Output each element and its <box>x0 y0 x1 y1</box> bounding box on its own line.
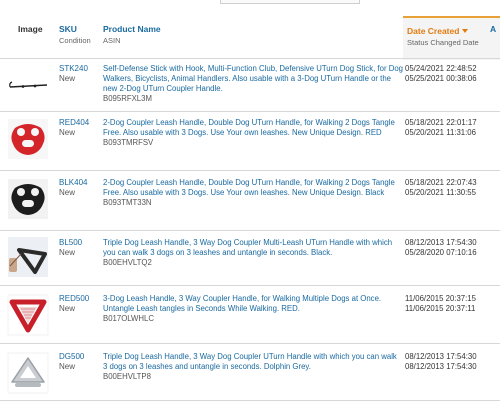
date-created: 05/18/2021 22:07:43 <box>405 178 477 187</box>
header-sku[interactable]: SKU Condition <box>59 24 91 45</box>
black-coupler-handle-icon <box>8 179 48 219</box>
date-created: 11/06/2015 20:37:15 <box>405 294 476 303</box>
header-date-created[interactable]: Date Created Status Changed Date <box>403 16 500 60</box>
stick-product-icon <box>9 81 48 88</box>
date-created: 05/18/2021 22:01:17 <box>405 118 477 127</box>
dates-cell: 08/12/2013 17:54:30 05/28/2020 07:10:16 <box>405 238 500 258</box>
product-title-link[interactable]: Triple Dog Leash Handle, 3 Way Dog Coupl… <box>103 352 397 371</box>
asin-text: B093TMRFSV <box>103 138 154 147</box>
status-changed-date: 05/20/2021 11:30:55 <box>405 188 476 197</box>
condition-text: New <box>59 128 76 137</box>
triangle-handle-icon <box>8 237 48 277</box>
product-cell: Triple Dog Leash Handle, 3 Way Dog Coupl… <box>103 238 403 268</box>
row-divider <box>0 285 500 286</box>
condition-text: New <box>59 248 76 257</box>
row-divider <box>0 170 500 171</box>
condition-text: New <box>59 362 76 371</box>
sku-link[interactable]: DG500 <box>59 352 84 362</box>
status-changed-date: 08/12/2013 17:54:30 <box>405 362 477 371</box>
row-divider <box>0 343 500 344</box>
header-product-label[interactable]: Product Name <box>103 24 161 34</box>
product-cell: 3-Dog Leash Handle, 3 Way Coupler Handle… <box>103 294 403 324</box>
product-title-link[interactable]: Triple Dog Leash Handle, 3 Way Dog Coupl… <box>103 238 392 257</box>
product-cell: 2-Dog Coupler Leash Handle, Double Dog U… <box>103 118 403 148</box>
top-frame <box>220 0 360 4</box>
status-changed-date: 11/06/2015 20:37:11 <box>405 304 476 313</box>
sku-link[interactable]: BL500 <box>59 238 82 248</box>
date-created: 05/24/2021 22:48:52 <box>405 64 477 73</box>
header-divider <box>0 58 500 59</box>
header-product[interactable]: Product Name ASIN <box>103 24 161 45</box>
dates-cell: 05/24/2021 22:48:52 05/25/2021 00:38:06 <box>405 64 500 84</box>
header-image: Image <box>18 24 43 34</box>
product-cell: 2-Dog Coupler Leash Handle, Double Dog U… <box>103 178 403 208</box>
sku-link[interactable]: STK240 <box>59 64 88 74</box>
asin-text: B093TMT33N <box>103 198 152 207</box>
product-title-link[interactable]: 3-Dog Leash Handle, 3 Way Coupler Handle… <box>103 294 381 313</box>
row-divider <box>0 400 500 401</box>
condition-text: New <box>59 304 76 313</box>
status-changed-date: 05/28/2020 07:10:16 <box>405 248 477 257</box>
dates-cell: 05/18/2021 22:01:17 05/20/2021 11:31:06 <box>405 118 500 138</box>
date-created: 08/12/2013 17:54:30 <box>405 238 477 247</box>
condition-text: New <box>59 74 76 83</box>
grey-triangle-handle-icon <box>7 352 49 394</box>
dates-cell: 11/06/2015 20:37:15 11/06/2015 20:37:11 <box>405 294 500 314</box>
product-cell: Triple Dog Leash Handle, 3 Way Dog Coupl… <box>103 352 403 382</box>
product-cell: Self-Defense Stick with Hook, Multi-Func… <box>103 64 403 104</box>
header-status-changed-label: Status Changed Date <box>407 38 479 47</box>
sku-link[interactable]: BLK404 <box>59 178 87 188</box>
product-title-link[interactable]: 2-Dog Coupler Leash Handle, Double Dog U… <box>103 118 395 137</box>
dates-cell: 05/18/2021 22:07:43 05/20/2021 11:30:55 <box>405 178 500 198</box>
condition-text: New <box>59 188 76 197</box>
red-triangle-handle-icon <box>7 294 49 336</box>
asin-text: B095RFXL3M <box>103 94 152 103</box>
date-created: 08/12/2013 17:54:30 <box>405 352 477 361</box>
red-coupler-handle-icon <box>8 119 48 159</box>
sku-link[interactable]: RED404 <box>59 118 89 128</box>
row-divider <box>0 111 500 112</box>
asin-text: B017OLWHLC <box>103 314 154 323</box>
asin-text: B00EHVLTQ2 <box>103 258 152 267</box>
table-header: Image SKU Condition Product Name ASIN Da… <box>0 16 500 60</box>
product-title-link[interactable]: Self-Defense Stick with Hook, Multi-Func… <box>103 64 403 93</box>
asin-text: B00EHVLTP8 <box>103 372 151 381</box>
sku-link[interactable]: RED500 <box>59 294 89 304</box>
dates-cell: 08/12/2013 17:54:30 08/12/2013 17:54:30 <box>405 352 500 372</box>
header-date-created-label[interactable]: Date Created <box>407 26 500 36</box>
product-title-link[interactable]: 2-Dog Coupler Leash Handle, Double Dog U… <box>103 178 395 197</box>
header-condition-label: Condition <box>59 36 91 45</box>
header-sku-label[interactable]: SKU <box>59 24 91 34</box>
status-changed-date: 05/25/2021 00:38:06 <box>405 74 477 83</box>
sort-desc-icon <box>462 29 469 33</box>
header-extra[interactable]: A <box>490 24 496 34</box>
row-divider <box>0 230 500 231</box>
status-changed-date: 05/20/2021 11:31:06 <box>405 128 476 137</box>
header-asin-label: ASIN <box>103 36 121 45</box>
